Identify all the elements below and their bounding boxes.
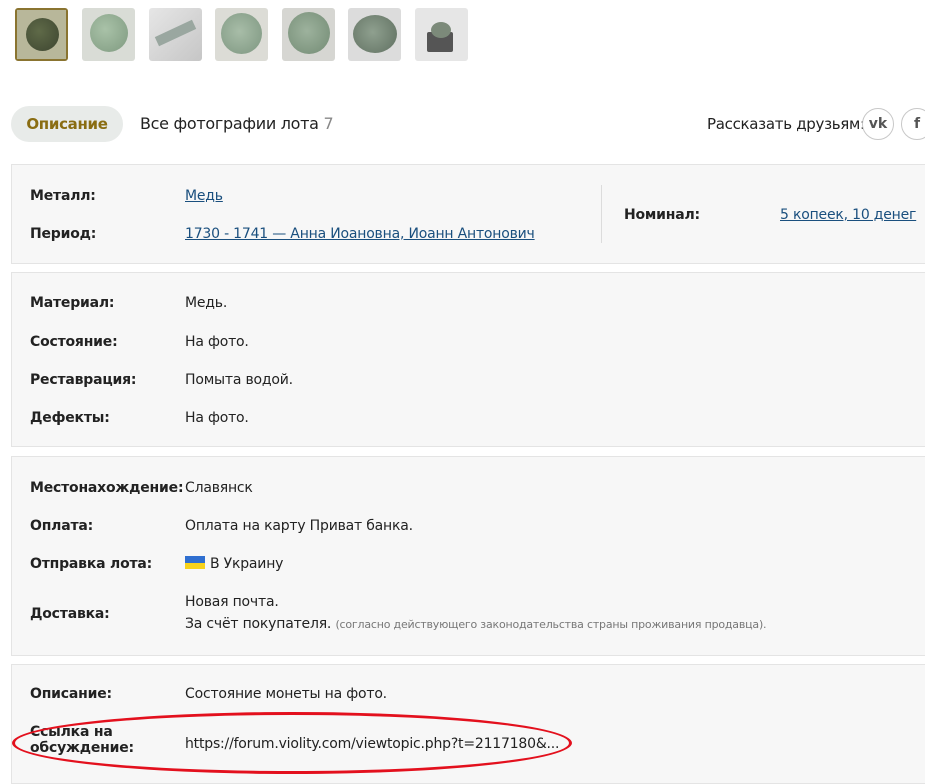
extra-info-panel: Описание: Состояние монеты на фото. Ссыл…	[11, 664, 925, 784]
vk-share-button[interactable]: vk	[862, 108, 894, 140]
metal-label: Металл:	[30, 188, 96, 204]
tab-description[interactable]: Описание	[11, 106, 123, 142]
state-label: Состояние:	[30, 334, 118, 350]
photo-count: 7	[323, 114, 334, 133]
delivery-line1: Новая почта.	[185, 594, 279, 610]
payment-value: Оплата на карту Приват банка.	[185, 518, 413, 534]
delivery-line2-wrap: За счёт покупателя. (согласно действующе…	[185, 616, 767, 632]
thumbnail-7[interactable]	[415, 8, 468, 61]
share-label: Рассказать друзьям:	[707, 115, 865, 133]
description-label: Описание:	[30, 686, 112, 702]
defects-label: Дефекты:	[30, 410, 110, 426]
vk-icon: vk	[868, 116, 888, 132]
thumbnail-3[interactable]	[149, 8, 202, 61]
material-value: Медь.	[185, 295, 228, 311]
delivery-panel: Местонахождение: Славянск Оплата: Оплата…	[11, 456, 925, 656]
shipping-value: В Украину	[185, 556, 283, 572]
state-value: На фото.	[185, 334, 249, 350]
shipping-destination: В Украину	[210, 556, 284, 572]
ukraine-flag-icon	[185, 556, 205, 569]
thumbnail-6[interactable]	[348, 8, 401, 61]
discussion-link[interactable]: https://forum.violity.com/viewtopic.php?…	[185, 736, 559, 752]
restoration-value: Помыта водой.	[185, 372, 293, 388]
material-label: Материал:	[30, 295, 115, 311]
description-value: Состояние монеты на фото.	[185, 686, 387, 702]
condition-panel: Материал: Медь. Состояние: На фото. Рест…	[11, 272, 925, 447]
thumbnail-4[interactable]	[215, 8, 268, 61]
tab-all-photos[interactable]: Все фотографии лота 7	[140, 106, 334, 142]
period-label: Период:	[30, 226, 97, 242]
restoration-label: Реставрация:	[30, 372, 137, 388]
nominal-link[interactable]: 5 копеек, 10 денег	[780, 207, 916, 223]
discussion-label: Ссылка на обсуждение:	[30, 724, 134, 756]
shipping-label: Отправка лота:	[30, 556, 153, 572]
delivery-label: Доставка:	[30, 606, 110, 622]
thumbnail-2[interactable]	[82, 8, 135, 61]
facebook-share-button[interactable]: f	[901, 108, 925, 140]
thumbnail-1[interactable]	[15, 8, 68, 61]
delivery-note: (согласно действующего законодательства …	[335, 618, 767, 631]
location-label: Местонахождение:	[30, 480, 184, 496]
summary-divider	[601, 185, 602, 243]
period-link[interactable]: 1730 - 1741 — Анна Иоановна, Иоанн Антон…	[185, 226, 535, 242]
defects-value: На фото.	[185, 410, 249, 426]
discussion-label-line2: обсуждение:	[30, 740, 134, 756]
lot-summary-panel: Металл: Медь Период: 1730 - 1741 — Анна …	[11, 164, 925, 264]
nominal-label: Номинал:	[624, 207, 700, 223]
delivery-line2: За счёт покупателя.	[185, 616, 332, 632]
thumbnail-5[interactable]	[282, 8, 335, 61]
metal-link[interactable]: Медь	[185, 188, 223, 204]
location-value: Славянск	[185, 480, 253, 496]
discussion-label-line1: Ссылка на	[30, 724, 113, 740]
facebook-icon: f	[913, 116, 921, 132]
payment-label: Оплата:	[30, 518, 94, 534]
tab-all-photos-label: Все фотографии лота	[140, 114, 319, 133]
